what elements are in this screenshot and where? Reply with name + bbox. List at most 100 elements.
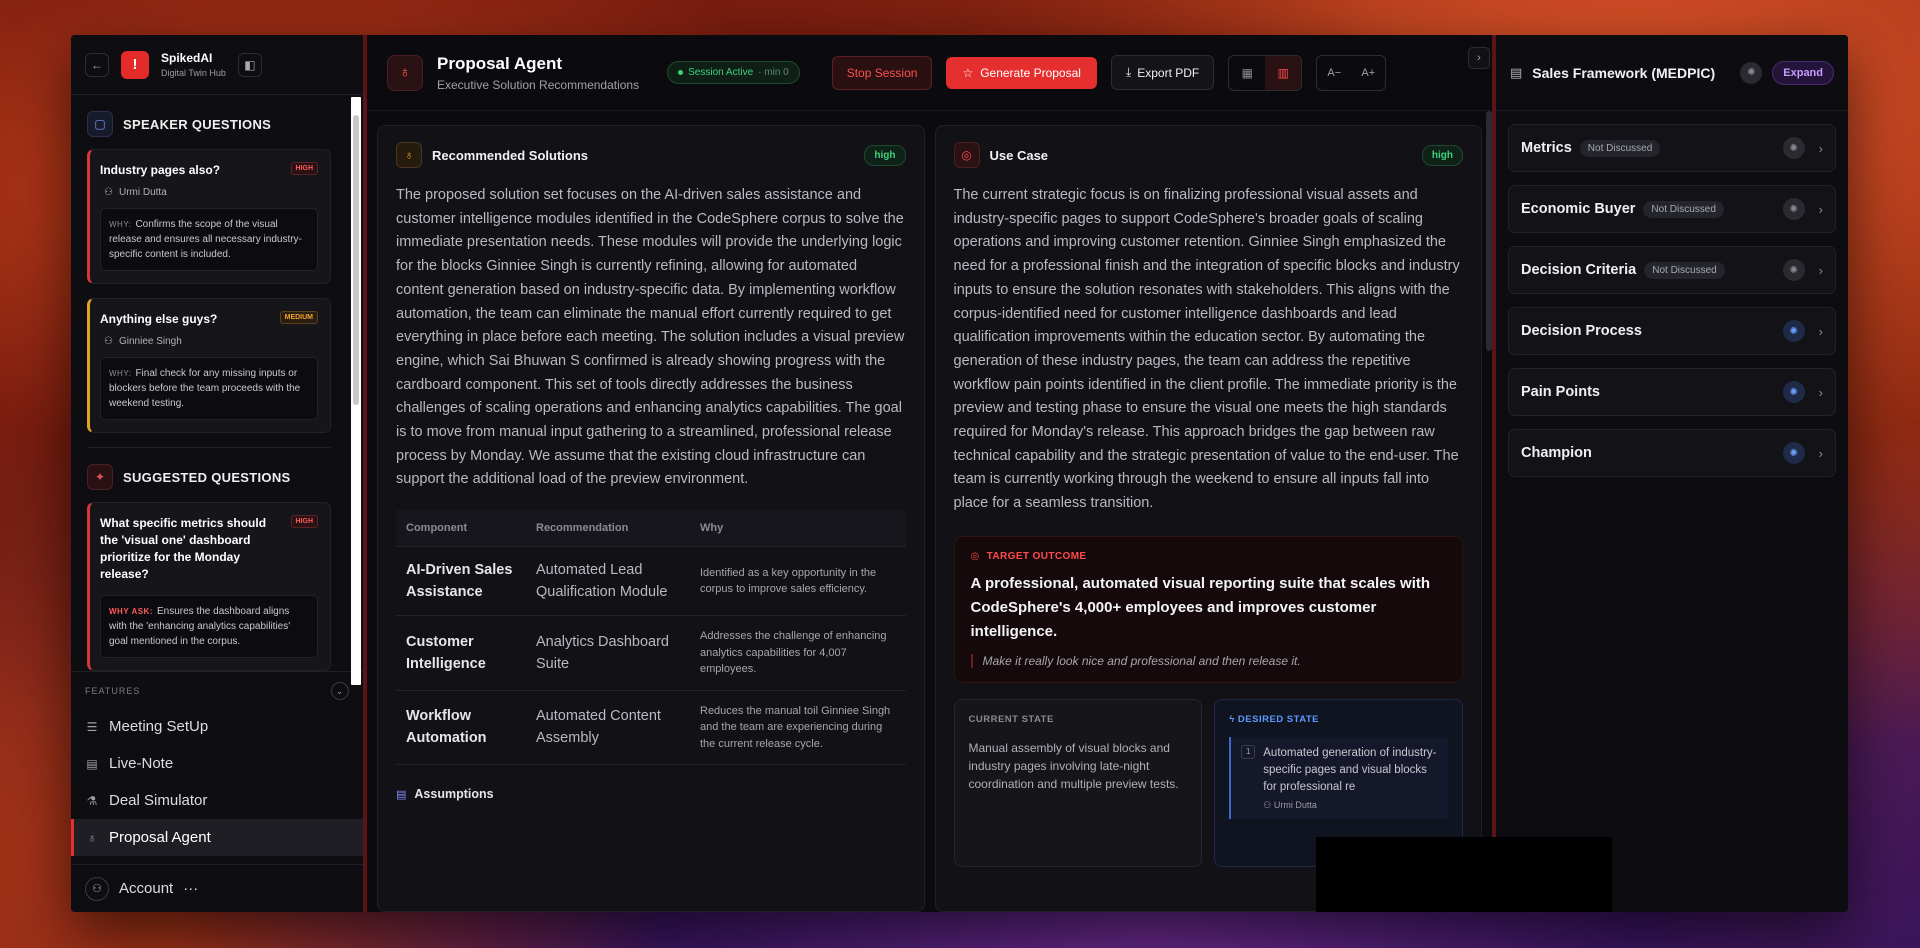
loading-spinner-icon: ✺ [1782, 198, 1805, 220]
loading-spinner-icon: ✺ [1782, 320, 1805, 342]
redaction-block [1316, 837, 1612, 912]
export-pdf-button[interactable]: ⤓ Export PDF [1110, 55, 1215, 90]
target-outcome-quote: Make it really look nice and professiona… [970, 653, 1447, 668]
loading-spinner-icon: ✺ [1782, 442, 1805, 464]
sparkle-icon: ✦ [87, 464, 113, 490]
why-cell: Addresses the challenge of enhancing ana… [690, 615, 906, 691]
speaker-question-card[interactable]: Anything else guys? MEDIUM ⚇ Ginniee Sin… [87, 298, 331, 433]
desired-state-header: ϟ DESIRED STATE [1229, 714, 1448, 725]
status-badge: Not Discussed [1579, 139, 1661, 157]
framework-item-decision-criteria[interactable]: Decision Criteria Not Discussed ✺ › [1508, 246, 1836, 294]
table-header-row: Component Recommendation Why [396, 510, 906, 548]
priority-badge: MEDIUM [279, 311, 318, 324]
sidebar: ← ! SpikedAI Digital Twin Hub ◧ ▢ SPEAKE… [71, 35, 367, 912]
sidebar-toggle-icon[interactable]: ◧ [237, 52, 262, 77]
more-icon[interactable]: ··· [183, 880, 198, 897]
use-case-paragraph: The current strategic focus is on finali… [953, 187, 1460, 512]
column-header: Component [396, 510, 526, 548]
brand-logo-icon: ! [121, 50, 149, 79]
chat-bubble-icon: ▢ [87, 111, 113, 137]
star-icon: ☆ [962, 65, 974, 80]
chevron-right-icon: › [1818, 140, 1823, 156]
why-text: Final check for any missing inputs or bl… [109, 368, 301, 409]
priority-badge: high [1421, 144, 1463, 166]
app-window: ← ! SpikedAI Digital Twin Hub ◧ ▢ SPEAKE… [71, 35, 1848, 912]
generate-proposal-label: Generate Proposal [980, 65, 1081, 80]
generate-proposal-button[interactable]: ☆ Generate Proposal [946, 56, 1097, 89]
nav-item-meeting-setup[interactable]: ☰ Meeting SetUp [71, 708, 363, 745]
font-decrease-button[interactable]: A− [1317, 56, 1351, 90]
framework-title: Sales Framework (MEDPIC) [1532, 64, 1716, 81]
expand-button[interactable]: Expand [1772, 60, 1834, 85]
why-cell: Reduces the manual toil Ginniee Singh an… [690, 690, 906, 766]
lightbulb-icon: ♁ [396, 142, 422, 168]
assumptions-header[interactable]: ▤ Assumptions [396, 787, 906, 801]
nav-item-deal-simulator[interactable]: ⚗ Deal Simulator [71, 782, 363, 819]
framework-item-champion[interactable]: Champion ✺ › [1508, 429, 1836, 477]
nav-item-live-note[interactable]: ▤ Live-Note [71, 745, 363, 782]
speaker-question-card[interactable]: Industry pages also? HIGH ⚇ Urmi Dutta W… [87, 149, 331, 284]
grid-view-icon[interactable]: ▦ [1229, 56, 1265, 90]
panels-area[interactable]: ♁ Recommended Solutions high The propose… [367, 111, 1492, 912]
chevron-down-icon[interactable]: ⌄ [331, 682, 349, 700]
suggested-questions-title: SUGGESTED QUESTIONS [123, 469, 291, 485]
recommendation-cell: Analytics Dashboard Suite [526, 615, 690, 691]
lightbulb-icon: ♁ [387, 54, 423, 91]
stop-session-button[interactable]: Stop Session [831, 55, 933, 90]
why-cell: Identified as a key opportunity in the c… [690, 546, 906, 617]
scrollbar-thumb[interactable] [353, 115, 359, 405]
questions-scroll-area[interactable]: ▢ SPEAKER QUESTIONS Industry pages also?… [71, 95, 363, 671]
target-icon: ◎ [970, 550, 980, 562]
question-why: WHY ASK: Ensures the dashboard aligns wit… [100, 595, 318, 658]
framework-item-economic-buyer[interactable]: Economic Buyer Not Discussed ✺ › [1508, 185, 1836, 233]
user-icon: ⚇ [104, 187, 113, 198]
section-divider [87, 447, 331, 448]
nav-item-proposal-agent[interactable]: ♁ Proposal Agent [71, 819, 363, 856]
framework-item-metrics[interactable]: Metrics Not Discussed ✺ › [1508, 124, 1836, 172]
priority-badge: HIGH [290, 515, 318, 528]
flask-icon: ⚗ [86, 793, 98, 808]
framework-item-decision-process[interactable]: Decision Process ✺ › [1508, 307, 1836, 355]
clipboard-icon: ▤ [1510, 64, 1523, 80]
status-badge: Not Discussed [1643, 200, 1724, 218]
framework-header: ▤ Sales Framework (MEDPIC) ✺ Expand [1496, 35, 1848, 111]
font-size-controls: A− A+ [1316, 54, 1387, 91]
question-text: What specific metrics should the 'visual… [100, 516, 267, 581]
component-cell: Customer Intelligence [396, 615, 526, 691]
target-outcome-header: ◎ TARGET OUTCOME [971, 551, 1447, 562]
document-icon: ▤ [396, 788, 407, 801]
framework-item-name: Decision Process [1521, 323, 1642, 339]
back-arrow-icon[interactable]: ← [85, 52, 109, 77]
features-label: FEATURES [85, 686, 141, 696]
item-number: 1 [1241, 744, 1256, 759]
question-speaker: ⚇ Urmi Dutta [104, 187, 318, 198]
message-icon: ▤ [86, 756, 98, 771]
brand-subtitle: Digital Twin Hub [161, 68, 226, 78]
panel-title: Recommended Solutions [432, 147, 589, 163]
brand: SpikedAI Digital Twin Hub [161, 51, 226, 78]
loading-spinner-icon: ✺ [1782, 137, 1805, 159]
page-subtitle: Executive Solution Recommendations [437, 77, 640, 92]
top-toolbar: ♁ Proposal Agent Executive Solution Reco… [367, 35, 1492, 111]
framework-item-name: Economic Buyer [1521, 201, 1636, 217]
priority-badge: high [864, 144, 906, 166]
desired-item-text: Automated generation of industry-specifi… [1263, 746, 1437, 793]
panel-header: ♁ Recommended Solutions high [396, 142, 906, 168]
priority-badge: HIGH [290, 162, 318, 175]
chevron-right-icon[interactable]: › [1468, 47, 1490, 69]
component-cell: Workflow Automation [396, 690, 526, 766]
user-icon: ⚇ [1263, 799, 1272, 810]
font-increase-button[interactable]: A+ [1351, 56, 1385, 90]
question-why: WHY: Final check for any missing inputs o… [100, 357, 318, 420]
sidebar-scrollbar[interactable] [351, 97, 361, 685]
user-avatar-icon: ⚇ [85, 876, 109, 901]
features-header: FEATURES ⌄ [71, 682, 363, 700]
split-view-icon[interactable]: ▥ [1265, 55, 1302, 90]
framework-item-name: Champion [1521, 445, 1592, 461]
suggested-question-card[interactable]: What specific metrics should the 'visual… [87, 502, 331, 671]
account-label: Account [119, 880, 174, 897]
account-menu[interactable]: ⚇ Account ··· [71, 864, 363, 912]
framework-item-pain-points[interactable]: Pain Points ✺ › [1508, 368, 1836, 416]
chevron-right-icon: › [1818, 384, 1823, 400]
session-time: · min 0 [758, 67, 789, 78]
